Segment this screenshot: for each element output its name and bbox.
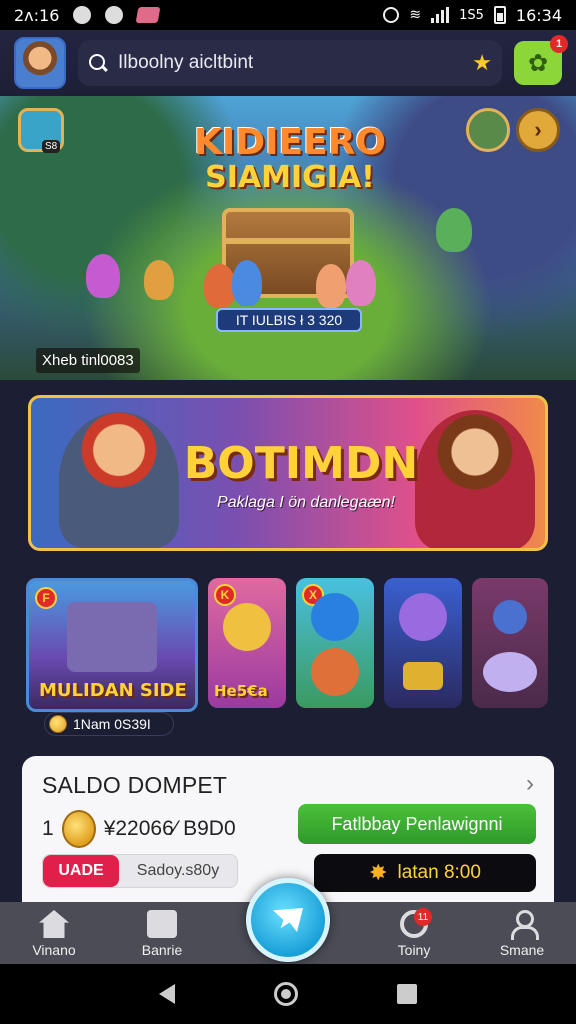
hero-title: KIDIEERO SIAMIGIA! <box>180 124 400 193</box>
wallet-pill[interactable]: UADE Sadoy.s80y <box>42 854 238 888</box>
nav-label: Smane <box>499 942 545 958</box>
game-icon <box>147 910 177 938</box>
nav-item-home[interactable]: Vinano <box>0 910 108 958</box>
nav-item-activity[interactable]: 11 Toiny <box>360 908 468 958</box>
home-button-icon[interactable] <box>273 982 298 1006</box>
next-arrow-button[interactable]: › <box>516 108 560 152</box>
wallet-title: SALDO DOMPET <box>42 772 228 798</box>
mascot-image <box>483 651 537 692</box>
featured-card-footer: 1Nam 0S39I <box>44 712 174 736</box>
wallet-balance: 1 ¥22066⁄ B9D0 <box>42 810 236 848</box>
timer-button[interactable]: ✸ latan 8:00 <box>314 854 536 892</box>
wallet-action-button[interactable]: Fatlbbay Penlawignni <box>298 804 536 844</box>
game-card[interactable]: F MULIDAN SIDE <box>26 578 198 712</box>
hero-title-line1: KIDIEERO <box>193 122 387 163</box>
wallet-amount: ¥22066⁄ B9D0 <box>103 817 236 840</box>
miner-character-image <box>59 412 179 548</box>
castle-image <box>67 602 157 673</box>
promo-banner[interactable]: BOTIMDN Paklaga I ön danlegaæn! <box>28 395 548 551</box>
status-bar: 2ʌ:16 ≋ 1S5 16:34 <box>0 0 576 30</box>
star-icon[interactable]: ★ <box>472 50 492 76</box>
battery-icon <box>493 6 506 24</box>
gift-button[interactable]: ✿ 1 <box>514 35 568 85</box>
message-icon <box>135 7 161 23</box>
gift-badge: 1 <box>550 35 568 53</box>
pirate-character-image <box>415 410 535 548</box>
card-badge: K <box>214 584 236 606</box>
hero-caption: Xheb tinl0083 <box>36 348 140 373</box>
hero-timer: IT IULBIS ł 3 320 <box>216 308 362 332</box>
map-icon[interactable] <box>466 108 510 152</box>
person-icon <box>507 910 539 940</box>
nav-badge: 11 <box>414 908 432 926</box>
status-clock: 16:34 <box>515 5 562 25</box>
avatar[interactable] <box>14 37 66 89</box>
game-card[interactable] <box>384 578 462 708</box>
mascot-image <box>493 600 527 634</box>
nav-item-games[interactable]: Banrie <box>108 910 216 958</box>
timer-button-label: latan 8:00 <box>397 862 481 883</box>
gift-icon: ✿ <box>527 49 549 77</box>
nav-label: Toiny <box>397 942 431 958</box>
home-icon <box>39 910 69 938</box>
signal-icon <box>431 7 450 23</box>
hero-title-line2: SIAMIGIA! <box>205 159 375 195</box>
card-badge: F <box>35 587 57 609</box>
status-time: 2ʌ:16 <box>14 5 60 25</box>
promo-subtitle: Paklaga I ön danlegaæn! <box>217 494 395 511</box>
hero-banner[interactable]: S8 › KIDIEERO SIAMIGIA! IT IULBIS ł 3 32… <box>0 96 576 380</box>
send-icon <box>273 908 303 932</box>
ring-icon: 11 <box>400 908 432 938</box>
creature-image <box>144 260 174 300</box>
featured-footer-text: 1Nam 0S39I <box>73 716 151 732</box>
coin-icon <box>49 715 67 733</box>
mascot-image <box>311 593 359 641</box>
notification-icon <box>73 6 92 24</box>
creature-image <box>232 260 262 306</box>
search-bar[interactable]: Ilboolny aicltbint ★ <box>78 40 502 86</box>
creature-image <box>436 208 472 252</box>
search-icon <box>88 53 108 73</box>
alarm-icon <box>383 7 400 23</box>
nav-label: Vinano <box>32 942 76 958</box>
game-card[interactable] <box>472 578 548 708</box>
coin-icon <box>61 810 96 848</box>
system-nav-bar <box>0 964 576 1024</box>
recents-icon[interactable] <box>396 984 417 1004</box>
game-card[interactable]: X <box>296 578 374 708</box>
creature-image <box>316 264 346 308</box>
sun-icon: ✸ <box>369 860 388 885</box>
wallet-tag: UADE <box>43 855 119 887</box>
status-battery-text: 1S5 <box>459 7 484 23</box>
nav-label: Banrie <box>141 942 183 958</box>
wifi-icon: ≋ <box>409 7 422 23</box>
card-label: MULIDAN SIDE <box>39 680 187 701</box>
game-card[interactable]: K He5€a <box>208 578 286 708</box>
chevron-right-icon[interactable]: › <box>526 770 534 798</box>
creature-image <box>346 260 376 306</box>
wallet-prefix: 1 <box>42 817 54 840</box>
nav-item-profile[interactable]: Smane <box>468 910 576 958</box>
mascot-image <box>223 603 271 652</box>
card-label: He5€a <box>214 682 268 700</box>
promo-title: BOTIMDN <box>183 438 419 489</box>
coins-image <box>403 661 443 690</box>
app-notification-icon <box>105 6 124 24</box>
wallet-pill-text: Sadoy.s80y <box>136 862 220 879</box>
hero-chip-label: S8 <box>42 140 61 153</box>
mascot-image <box>311 647 359 696</box>
mascot-image <box>399 593 447 641</box>
center-action-button[interactable] <box>246 878 330 962</box>
top-app-bar: Ilboolny aicltbint ★ ✿ 1 <box>0 30 576 96</box>
search-input[interactable]: Ilboolny aicltbint <box>118 52 253 74</box>
back-icon[interactable] <box>159 984 176 1004</box>
creature-image <box>86 254 120 298</box>
